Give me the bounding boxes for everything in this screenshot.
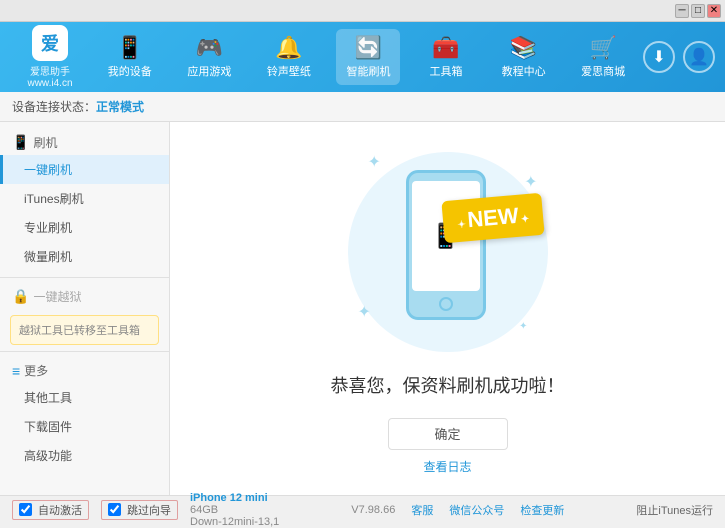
phone-home-button [439, 297, 453, 311]
app-game-label: 应用游戏 [187, 63, 231, 79]
customer-service-link[interactable]: 客服 [411, 502, 433, 518]
nav-app-game[interactable]: 🎮 应用游戏 [177, 29, 241, 85]
smart-flash-icon: 🔄 [355, 35, 382, 61]
itunes-status: 阻止iTunes运行 [636, 502, 713, 518]
minimize-button[interactable]: ─ [675, 4, 689, 18]
nav-toolbox[interactable]: 🧰 工具箱 [416, 29, 476, 85]
flash-section-label: 刷机 [33, 134, 57, 151]
device-model: Down-12mini-13,1 [190, 516, 279, 528]
maximize-button[interactable]: □ [691, 4, 705, 18]
toolbox-label: 工具箱 [430, 63, 463, 79]
sidebar-item-itunes-flash[interactable]: iTunes刷机 [0, 184, 169, 213]
close-button[interactable]: ✕ [707, 4, 721, 18]
device-name: iPhone 12 mini [190, 492, 279, 504]
status-value: 正常模式 [96, 98, 144, 115]
check-update-link[interactable]: 检查更新 [520, 502, 564, 518]
jailbreak-notice: 越狱工具已转移至工具箱 [10, 315, 159, 345]
mall-icon: 🛒 [589, 35, 616, 61]
smart-flash-label: 智能刷机 [346, 63, 390, 79]
auto-launch-label: 自动激活 [38, 502, 82, 518]
sparkle-4: ✦ [519, 321, 527, 332]
flash-section-icon: 📱 [12, 134, 29, 151]
header: 爱 爱思助手 www.i4.cn 📱 我的设备 🎮 应用游戏 🔔 铃声壁纸 🔄 … [0, 22, 725, 92]
sidebar-section-more[interactable]: ≡ 更多 [0, 358, 169, 383]
more-section-icon: ≡ [12, 363, 20, 379]
app-game-icon: 🎮 [196, 35, 223, 61]
mall-label: 爱思商城 [581, 63, 625, 79]
success-title: 恭喜您，保资料刷机成功啦！ [331, 372, 565, 398]
user-button[interactable]: 👤 [683, 41, 715, 73]
sidebar-item-other-tools[interactable]: 其他工具 [0, 383, 169, 412]
skip-wizard-checkbox[interactable] [108, 503, 121, 516]
bottom-right: V7.98.66 客服 微信公众号 检查更新 [351, 502, 564, 518]
nav-tutorial[interactable]: 📚 教程中心 [492, 29, 556, 85]
my-device-icon: 📱 [116, 35, 143, 61]
logo-url: www.i4.cn [27, 78, 72, 89]
ringtone-label: 铃声壁纸 [267, 63, 311, 79]
itunes-status-label: 阻止iTunes运行 [636, 502, 713, 518]
download-button[interactable]: ⬇ [643, 41, 675, 73]
divider-2 [0, 351, 169, 352]
sidebar-item-advanced[interactable]: 高级功能 [0, 441, 169, 470]
skip-wizard-label: 跳过向导 [127, 502, 171, 518]
sparkle-2: ✦ [524, 172, 537, 192]
nav-bar: 📱 我的设备 🎮 应用游戏 🔔 铃声壁纸 🔄 智能刷机 🧰 工具箱 📚 教程中心… [90, 29, 643, 85]
nav-ringtone[interactable]: 🔔 铃声壁纸 [257, 29, 321, 85]
sidebar-item-download-firmware[interactable]: 下载固件 [0, 412, 169, 441]
title-bar: ─ □ ✕ [0, 0, 725, 22]
content-area: ✦ ✦ ✦ ✦ 📱 NEW 恭喜您，保资料刷机成功啦！ 确定 查看日志 [170, 122, 725, 495]
status-bar: 设备连接状态： 正常模式 [0, 92, 725, 122]
sparkle-3: ✦ [358, 302, 371, 322]
sidebar-item-micro-flash[interactable]: 微量刷机 [0, 242, 169, 271]
nav-my-device[interactable]: 📱 我的设备 [98, 29, 162, 85]
sidebar-item-one-key-flash[interactable]: 一键刷机 [0, 155, 169, 184]
confirm-button[interactable]: 确定 [388, 418, 508, 450]
checkbox-group-auto: 自动激活 [12, 500, 89, 520]
status-prefix: 设备连接状态： [12, 98, 96, 115]
more-section-label: 更多 [24, 362, 48, 379]
new-badge: NEW [441, 193, 544, 244]
checkbox-group-wizard: 跳过向导 [101, 500, 178, 520]
sidebar-section-jailbreak[interactable]: 🔒 一键越狱 [0, 284, 169, 309]
wechat-link[interactable]: 微信公众号 [449, 502, 504, 518]
header-actions: ⬇ 👤 [643, 41, 715, 73]
tutorial-label: 教程中心 [502, 63, 546, 79]
version-text: V7.98.66 [351, 504, 395, 516]
logo-name: 爱思助手 [30, 63, 70, 78]
sparkle-1: ✦ [368, 152, 381, 172]
sidebar: 📱 刷机 一键刷机 iTunes刷机 专业刷机 微量刷机 🔒 一键越狱 越狱工具… [0, 122, 170, 495]
sidebar-section-flash[interactable]: 📱 刷机 [0, 130, 169, 155]
jailbreak-section-icon: 🔒 [12, 288, 29, 305]
logo-icon: 爱 [32, 25, 68, 61]
my-device-label: 我的设备 [108, 63, 152, 79]
sidebar-item-pro-flash[interactable]: 专业刷机 [0, 213, 169, 242]
phone-device: 📱 [406, 170, 486, 320]
bottom-left: 自动激活 跳过向导 iPhone 12 mini 64GB Down-12min… [12, 492, 279, 528]
tutorial-icon: 📚 [510, 35, 537, 61]
logo[interactable]: 爱 爱思助手 www.i4.cn [10, 25, 90, 89]
device-info: iPhone 12 mini 64GB Down-12mini-13,1 [190, 492, 279, 528]
device-storage: 64GB [190, 504, 279, 516]
nav-mall[interactable]: 🛒 爱思商城 [571, 29, 635, 85]
auto-launch-checkbox[interactable] [19, 503, 32, 516]
jailbreak-section-label: 一键越狱 [33, 288, 81, 305]
ringtone-icon: 🔔 [275, 35, 302, 61]
success-illustration: ✦ ✦ ✦ ✦ 📱 NEW [338, 142, 558, 352]
bottom-bar: 自动激活 跳过向导 iPhone 12 mini 64GB Down-12min… [0, 495, 725, 523]
log-link[interactable]: 查看日志 [423, 458, 471, 475]
main-layout: 📱 刷机 一键刷机 iTunes刷机 专业刷机 微量刷机 🔒 一键越狱 越狱工具… [0, 122, 725, 495]
toolbox-icon: 🧰 [432, 35, 459, 61]
nav-smart-flash[interactable]: 🔄 智能刷机 [336, 29, 400, 85]
divider-1 [0, 277, 169, 278]
